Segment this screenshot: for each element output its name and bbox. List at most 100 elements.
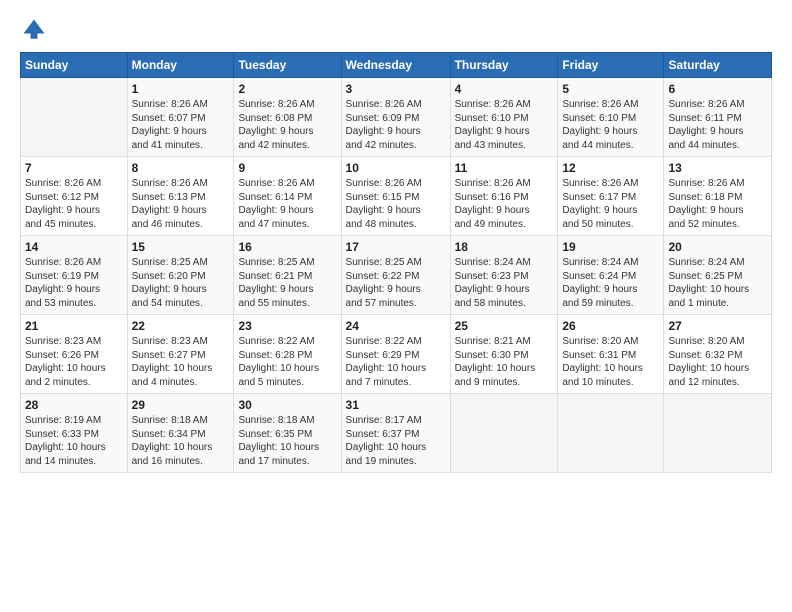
calendar-cell: 5Sunrise: 8:26 AMSunset: 6:10 PMDaylight… bbox=[558, 78, 664, 157]
day-info: Sunrise: 8:26 AMSunset: 6:14 PMDaylight:… bbox=[238, 177, 336, 231]
day-number: 6 bbox=[668, 82, 767, 96]
calendar-cell: 11 Sunrise: 8:26 AMSunset: 6:16 PMDayligh… bbox=[450, 157, 558, 236]
calendar-cell: 8 Sunrise: 8:26 AMSunset: 6:13 PMDaylight… bbox=[127, 157, 234, 236]
calendar-cell: 27 Sunrise: 8:20 AMSunset: 6:32 PMDayligh… bbox=[664, 315, 772, 394]
day-info: Sunrise: 8:26 AMSunset: 6:12 PMDaylight:… bbox=[25, 177, 123, 231]
logo bbox=[20, 16, 52, 44]
calendar-body: 1 Sunrise: 8:26 AMSunset: 6:07 PMDaylight… bbox=[21, 78, 772, 473]
calendar-cell bbox=[21, 78, 128, 157]
calendar-cell: 9 Sunrise: 8:26 AMSunset: 6:14 PMDaylight… bbox=[234, 157, 341, 236]
day-number: 22 bbox=[132, 319, 230, 333]
calendar-week-3: 21 Sunrise: 8:23 AMSunset: 6:26 PMDayligh… bbox=[21, 315, 772, 394]
day-number: 18 bbox=[455, 240, 554, 254]
day-number: 11 bbox=[455, 161, 554, 175]
calendar-cell: 14Sunrise: 8:26 AMSunset: 6:19 PMDayligh… bbox=[21, 236, 128, 315]
weekday-monday: Monday bbox=[127, 53, 234, 78]
day-info: Sunrise: 8:24 AMSunset: 6:25 PMDaylight:… bbox=[668, 256, 767, 310]
calendar-cell: 24 Sunrise: 8:22 AMSunset: 6:29 PMDayligh… bbox=[341, 315, 450, 394]
day-info: Sunrise: 8:22 AMSunset: 6:28 PMDaylight:… bbox=[238, 335, 336, 389]
weekday-tuesday: Tuesday bbox=[234, 53, 341, 78]
day-info: Sunrise: 8:26 AMSunset: 6:07 PMDaylight:… bbox=[132, 98, 230, 152]
calendar-cell: 20 Sunrise: 8:24 AMSunset: 6:25 PMDayligh… bbox=[664, 236, 772, 315]
day-number: 27 bbox=[668, 319, 767, 333]
day-info: Sunrise: 8:26 AMSunset: 6:19 PMDaylight:… bbox=[25, 256, 123, 310]
calendar-cell: 31Sunrise: 8:17 AMSunset: 6:37 PMDayligh… bbox=[341, 394, 450, 473]
day-info: Sunrise: 8:26 AMSunset: 6:09 PMDaylight:… bbox=[346, 98, 446, 152]
day-info: Sunrise: 8:17 AMSunset: 6:37 PMDaylight:… bbox=[346, 414, 446, 468]
day-info: Sunrise: 8:26 AMSunset: 6:11 PMDaylight:… bbox=[668, 98, 767, 152]
calendar-cell: 28 Sunrise: 8:19 AMSunset: 6:33 PMDayligh… bbox=[21, 394, 128, 473]
day-info: Sunrise: 8:25 AMSunset: 6:20 PMDaylight:… bbox=[132, 256, 230, 310]
day-number: 30 bbox=[238, 398, 336, 412]
day-info: Sunrise: 8:26 AMSunset: 6:17 PMDaylight:… bbox=[562, 177, 659, 231]
day-info: Sunrise: 8:24 AMSunset: 6:24 PMDaylight:… bbox=[562, 256, 659, 310]
weekday-sunday: Sunday bbox=[21, 53, 128, 78]
calendar-cell: 29Sunrise: 8:18 AMSunset: 6:34 PMDayligh… bbox=[127, 394, 234, 473]
calendar-cell: 6 Sunrise: 8:26 AMSunset: 6:11 PMDaylight… bbox=[664, 78, 772, 157]
day-number: 13 bbox=[668, 161, 767, 175]
day-number: 26 bbox=[562, 319, 659, 333]
day-number: 21 bbox=[25, 319, 123, 333]
day-info: Sunrise: 8:23 AMSunset: 6:27 PMDaylight:… bbox=[132, 335, 230, 389]
day-info: Sunrise: 8:20 AMSunset: 6:32 PMDaylight:… bbox=[668, 335, 767, 389]
page: SundayMondayTuesdayWednesdayThursdayFrid… bbox=[0, 0, 792, 612]
calendar-cell: 15 Sunrise: 8:25 AMSunset: 6:20 PMDayligh… bbox=[127, 236, 234, 315]
day-number: 2 bbox=[238, 82, 336, 96]
day-number: 7 bbox=[25, 161, 123, 175]
calendar-week-0: 1 Sunrise: 8:26 AMSunset: 6:07 PMDaylight… bbox=[21, 78, 772, 157]
day-number: 4 bbox=[455, 82, 554, 96]
calendar-cell: 30 Sunrise: 8:18 AMSunset: 6:35 PMDayligh… bbox=[234, 394, 341, 473]
calendar-cell: 16Sunrise: 8:25 AMSunset: 6:21 PMDayligh… bbox=[234, 236, 341, 315]
day-info: Sunrise: 8:26 AMSunset: 6:16 PMDaylight:… bbox=[455, 177, 554, 231]
calendar-cell: 21 Sunrise: 8:23 AMSunset: 6:26 PMDayligh… bbox=[21, 315, 128, 394]
weekday-thursday: Thursday bbox=[450, 53, 558, 78]
day-number: 15 bbox=[132, 240, 230, 254]
day-number: 9 bbox=[238, 161, 336, 175]
calendar-cell bbox=[558, 394, 664, 473]
day-info: Sunrise: 8:21 AMSunset: 6:30 PMDaylight:… bbox=[455, 335, 554, 389]
calendar-cell: 13Sunrise: 8:26 AMSunset: 6:18 PMDayligh… bbox=[664, 157, 772, 236]
day-number: 10 bbox=[346, 161, 446, 175]
calendar-week-2: 14Sunrise: 8:26 AMSunset: 6:19 PMDayligh… bbox=[21, 236, 772, 315]
day-number: 28 bbox=[25, 398, 123, 412]
day-info: Sunrise: 8:18 AMSunset: 6:35 PMDaylight:… bbox=[238, 414, 336, 468]
weekday-friday: Friday bbox=[558, 53, 664, 78]
calendar-cell: 25 Sunrise: 8:21 AMSunset: 6:30 PMDayligh… bbox=[450, 315, 558, 394]
day-info: Sunrise: 8:25 AMSunset: 6:22 PMDaylight:… bbox=[346, 256, 446, 310]
day-info: Sunrise: 8:26 AMSunset: 6:10 PMDaylight:… bbox=[455, 98, 554, 152]
day-info: Sunrise: 8:26 AMSunset: 6:08 PMDaylight:… bbox=[238, 98, 336, 152]
day-info: Sunrise: 8:25 AMSunset: 6:21 PMDaylight:… bbox=[238, 256, 336, 310]
calendar-week-1: 7 Sunrise: 8:26 AMSunset: 6:12 PMDaylight… bbox=[21, 157, 772, 236]
day-info: Sunrise: 8:22 AMSunset: 6:29 PMDaylight:… bbox=[346, 335, 446, 389]
day-info: Sunrise: 8:26 AMSunset: 6:15 PMDaylight:… bbox=[346, 177, 446, 231]
calendar-cell: 7 Sunrise: 8:26 AMSunset: 6:12 PMDaylight… bbox=[21, 157, 128, 236]
day-number: 25 bbox=[455, 319, 554, 333]
calendar-cell bbox=[664, 394, 772, 473]
calendar-cell: 19Sunrise: 8:24 AMSunset: 6:24 PMDayligh… bbox=[558, 236, 664, 315]
logo-icon bbox=[20, 16, 48, 44]
header bbox=[20, 16, 772, 44]
day-number: 8 bbox=[132, 161, 230, 175]
day-info: Sunrise: 8:26 AMSunset: 6:13 PMDaylight:… bbox=[132, 177, 230, 231]
day-number: 29 bbox=[132, 398, 230, 412]
day-number: 3 bbox=[346, 82, 446, 96]
calendar-cell bbox=[450, 394, 558, 473]
day-info: Sunrise: 8:19 AMSunset: 6:33 PMDaylight:… bbox=[25, 414, 123, 468]
calendar-cell: 1 Sunrise: 8:26 AMSunset: 6:07 PMDaylight… bbox=[127, 78, 234, 157]
weekday-header-row: SundayMondayTuesdayWednesdayThursdayFrid… bbox=[21, 53, 772, 78]
day-number: 24 bbox=[346, 319, 446, 333]
day-info: Sunrise: 8:23 AMSunset: 6:26 PMDaylight:… bbox=[25, 335, 123, 389]
day-info: Sunrise: 8:20 AMSunset: 6:31 PMDaylight:… bbox=[562, 335, 659, 389]
day-number: 17 bbox=[346, 240, 446, 254]
calendar-week-4: 28 Sunrise: 8:19 AMSunset: 6:33 PMDayligh… bbox=[21, 394, 772, 473]
day-number: 23 bbox=[238, 319, 336, 333]
calendar-cell: 12Sunrise: 8:26 AMSunset: 6:17 PMDayligh… bbox=[558, 157, 664, 236]
weekday-wednesday: Wednesday bbox=[341, 53, 450, 78]
calendar-cell: 18Sunrise: 8:24 AMSunset: 6:23 PMDayligh… bbox=[450, 236, 558, 315]
calendar-cell: 3 Sunrise: 8:26 AMSunset: 6:09 PMDaylight… bbox=[341, 78, 450, 157]
day-info: Sunrise: 8:26 AMSunset: 6:10 PMDaylight:… bbox=[562, 98, 659, 152]
day-number: 20 bbox=[668, 240, 767, 254]
calendar-cell: 2 Sunrise: 8:26 AMSunset: 6:08 PMDaylight… bbox=[234, 78, 341, 157]
calendar-cell: 10 Sunrise: 8:26 AMSunset: 6:15 PMDayligh… bbox=[341, 157, 450, 236]
day-number: 1 bbox=[132, 82, 230, 96]
